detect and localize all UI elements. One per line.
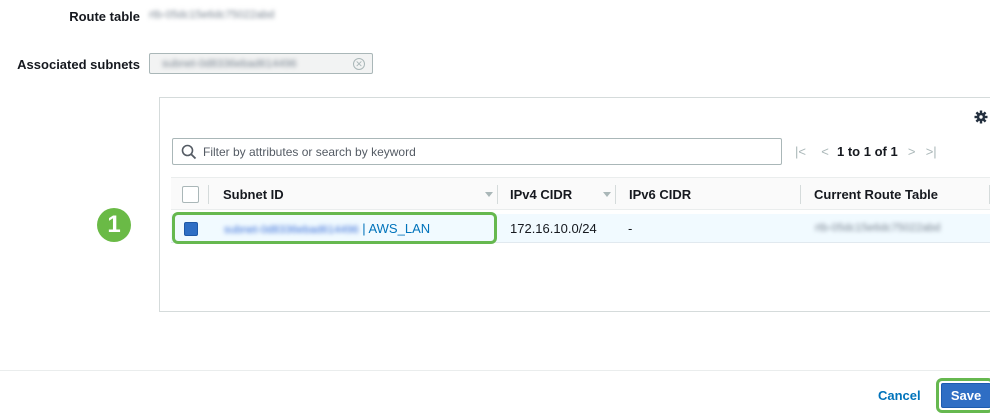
column-divider (615, 185, 616, 204)
last-page-icon[interactable]: >| (926, 144, 944, 159)
next-page-icon[interactable]: > (898, 144, 926, 159)
prev-page-icon[interactable]: < (813, 144, 837, 159)
gear-icon[interactable] (974, 110, 988, 124)
column-subnet-id[interactable]: Subnet ID (223, 178, 284, 211)
ipv4-cidr-cell: 172.16.10.0/24 (510, 221, 597, 236)
select-all-checkbox[interactable] (182, 186, 199, 203)
pagination-range: 1 to 1 of 1 (837, 144, 898, 159)
sort-caret-icon[interactable] (603, 192, 611, 197)
first-page-icon[interactable]: |< (795, 144, 813, 159)
save-button[interactable]: Save (941, 383, 990, 408)
column-divider (800, 185, 801, 204)
table-header: Subnet ID IPv4 CIDR IPv6 CIDR Current Ro… (171, 177, 990, 210)
filter-input-box[interactable] (172, 138, 782, 165)
associated-subnet-chip-text: subnet-0d8336ebad614496 (162, 57, 297, 70)
step-number-badge: 1 (97, 208, 131, 242)
ipv6-cidr-cell: - (628, 221, 633, 236)
column-ipv6-cidr[interactable]: IPv6 CIDR (629, 178, 691, 211)
route-table-label: Route table (69, 9, 140, 24)
associated-subnets-label: Associated subnets (17, 57, 140, 72)
remove-chip-icon[interactable]: ✕ (353, 58, 365, 70)
row-highlight-outline (172, 212, 497, 244)
filter-input[interactable] (203, 141, 781, 162)
pagination: |< < 1 to 1 of 1 > >| (795, 138, 944, 165)
column-current-route-table[interactable]: Current Route Table (814, 178, 938, 211)
associated-subnet-chip: subnet-0d8336ebad614496 ✕ (149, 53, 373, 74)
current-route-table-cell: rtb-05dc15e6dc75022abd (815, 222, 941, 234)
column-ipv4-cidr[interactable]: IPv4 CIDR (510, 178, 572, 211)
column-divider (497, 185, 498, 204)
route-table-value: rtb-05dc15e6dc75022abd (149, 9, 275, 21)
cancel-button[interactable]: Cancel (878, 388, 921, 403)
column-divider (208, 185, 209, 204)
footer-divider (0, 370, 990, 371)
search-icon (181, 144, 197, 159)
sort-caret-icon[interactable] (485, 192, 493, 197)
